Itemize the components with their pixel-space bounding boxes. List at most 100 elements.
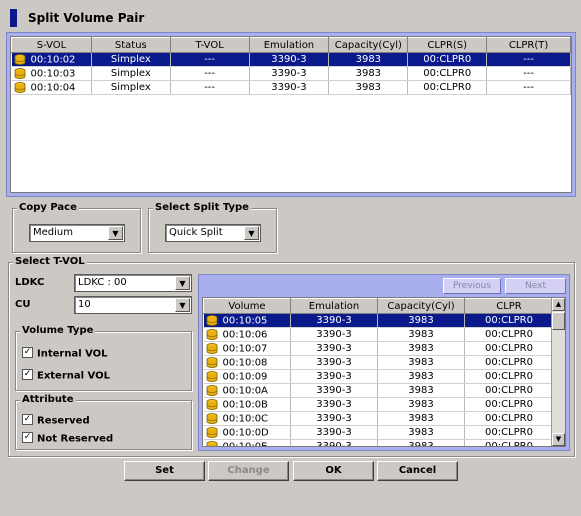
tvol-cell-text: 00:10:07 [222, 343, 268, 355]
cu-select[interactable]: 10 ▼ [74, 296, 192, 314]
tvol-row[interactable]: 00:10:08 3390-3 3983 00:CLPR0 [203, 355, 554, 370]
check-icon[interactable]: ✓ [22, 432, 33, 443]
tvol-row[interactable]: 00:10:0A 3390-3 3983 00:CLPR0 [203, 383, 554, 398]
pairs-header[interactable]: Capacity(Cyl) [328, 37, 409, 53]
split-type-select[interactable]: Quick Split ▼ [165, 224, 261, 242]
next-button[interactable]: Next [505, 278, 566, 294]
tvol-cell: 3390-3 [290, 439, 378, 446]
chevron-down-icon[interactable]: ▼ [175, 298, 190, 312]
pairs-cell: --- [170, 52, 250, 67]
chevron-down-icon[interactable]: ▼ [175, 276, 190, 290]
tvol-row[interactable]: 00:10:0B 3390-3 3983 00:CLPR0 [203, 397, 554, 412]
check-icon[interactable]: ✓ [22, 414, 33, 425]
tvol-cell: 00:CLPR0 [464, 341, 554, 356]
volume-icon [14, 81, 25, 93]
split-type-label: Select Split Type [153, 202, 251, 213]
volume-type-label: Volume Type [20, 325, 96, 336]
volume-icon [206, 342, 217, 354]
tvol-cell: 00:CLPR0 [464, 397, 554, 412]
pairs-row[interactable]: 00:10:03 Simplex --- 3390-3 3983 00:CLPR0 --- [11, 66, 571, 81]
tvol-volume-cell: 00:10:07 [203, 341, 291, 356]
tvol-volume-cell: 00:10:05 [203, 313, 291, 328]
pairs-volume-cell: 00:10:03 [11, 66, 92, 81]
tvol-row[interactable]: 00:10:07 3390-3 3983 00:CLPR0 [203, 341, 554, 356]
tvol-cell: 00:CLPR0 [464, 425, 554, 440]
volume-icon [14, 67, 25, 79]
cu-label: CU [15, 299, 31, 310]
scroll-down-icon[interactable]: ▼ [552, 433, 565, 446]
pairs-cell-text: 00:10:04 [30, 82, 76, 94]
ldkc-value: LDKC : 00 [78, 277, 127, 288]
pairs-cell: 3390-3 [249, 52, 330, 67]
volume-type-group: Volume Type [15, 325, 192, 391]
tvol-header[interactable]: Emulation [290, 298, 378, 314]
tvol-cell: 3983 [377, 313, 465, 328]
tvol-cell: 3983 [377, 425, 465, 440]
pairs-header[interactable]: CLPR(S) [407, 37, 488, 53]
pairs-header[interactable]: S-VOL [11, 37, 92, 53]
pairs-cell: 3390-3 [249, 80, 330, 95]
pairs-row[interactable]: 00:10:02 Simplex --- 3390-3 3983 00:CLPR0 --- [11, 52, 571, 67]
pairs-header[interactable]: CLPR(T) [486, 37, 571, 53]
not-reserved-checkbox[interactable]: ✓ Not Reserved [22, 432, 113, 445]
tvol-cell: 3390-3 [290, 341, 378, 356]
tvol-cell: 3983 [377, 327, 465, 342]
tvol-cell: 3390-3 [290, 411, 378, 426]
tvol-cell: 00:CLPR0 [464, 327, 554, 342]
scroll-up-icon[interactable]: ▲ [552, 298, 565, 311]
tvol-cell: 00:CLPR0 [464, 439, 554, 446]
pairs-cell: --- [486, 66, 571, 81]
volume-icon [206, 412, 217, 424]
chevron-down-icon[interactable]: ▼ [244, 226, 259, 240]
tvol-header[interactable]: CLPR [464, 298, 554, 314]
change-button[interactable]: Change [208, 461, 289, 481]
volume-icon [206, 384, 217, 396]
pairs-row[interactable]: 00:10:04 Simplex --- 3390-3 3983 00:CLPR0 --- [11, 80, 571, 95]
pairs-cell: Simplex [91, 66, 171, 81]
tvol-cell: 3983 [377, 369, 465, 384]
pairs-header[interactable]: T-VOL [169, 37, 250, 53]
ok-button[interactable]: OK [293, 461, 374, 481]
internal-vol-checkbox[interactable]: ✓ Internal VOL [22, 347, 108, 360]
volume-icon [206, 356, 217, 368]
tvol-cell: 3983 [377, 397, 465, 412]
tvol-row[interactable]: 00:10:06 3390-3 3983 00:CLPR0 [203, 327, 554, 342]
ldkc-select[interactable]: LDKC : 00 ▼ [74, 274, 192, 292]
set-button[interactable]: Set [124, 461, 205, 481]
check-icon[interactable]: ✓ [22, 369, 33, 380]
tvol-cell: 3390-3 [290, 355, 378, 370]
tvol-header[interactable]: Capacity(Cyl) [377, 298, 465, 314]
pairs-cell: 00:CLPR0 [407, 80, 488, 95]
tvol-row[interactable]: 00:10:0E 3390-3 3983 00:CLPR0 [203, 439, 554, 447]
tvol-cell-text: 00:10:0E [222, 441, 268, 447]
scrollbar[interactable]: ▲ ▼ [551, 298, 565, 446]
pairs-cell: 3983 [328, 80, 409, 95]
tvol-header[interactable]: Volume [203, 298, 291, 314]
title-bar: Split Volume Pair [6, 6, 574, 30]
select-tvol-label: Select T-VOL [13, 256, 87, 267]
previous-button[interactable]: Previous [443, 278, 501, 294]
tvol-volume-cell: 00:10:0A [203, 383, 291, 398]
tvol-cell: 3390-3 [290, 369, 378, 384]
cancel-button[interactable]: Cancel [377, 461, 458, 481]
external-vol-checkbox[interactable]: ✓ External VOL [22, 369, 110, 382]
tvol-row[interactable]: 00:10:0D 3390-3 3983 00:CLPR0 [203, 425, 554, 440]
tvol-volume-cell: 00:10:0E [203, 439, 291, 447]
pairs-panel: S-VOL Status T-VOL Emulation Capacity(Cyl) CL… [6, 32, 576, 197]
tvol-cell: 00:CLPR0 [464, 383, 554, 398]
pairs-cell: 00:CLPR0 [407, 66, 488, 81]
pairs-header[interactable]: Status [90, 37, 171, 53]
tvol-row[interactable]: 00:10:09 3390-3 3983 00:CLPR0 [203, 369, 554, 384]
check-icon[interactable]: ✓ [22, 347, 33, 358]
tvol-volume-cell: 00:10:06 [203, 327, 291, 342]
reserved-checkbox[interactable]: ✓ Reserved [22, 414, 90, 427]
scroll-thumb[interactable] [552, 312, 565, 330]
copy-pace-select[interactable]: Medium ▼ [29, 224, 125, 242]
tvol-cell: 00:CLPR0 [464, 355, 554, 370]
pairs-header[interactable]: Emulation [248, 37, 330, 53]
chevron-down-icon[interactable]: ▼ [108, 226, 123, 240]
tvol-cell: 00:CLPR0 [464, 411, 554, 426]
tvol-row[interactable]: 00:10:05 3390-3 3983 00:CLPR0 [203, 313, 554, 328]
volume-icon [206, 440, 217, 446]
tvol-row[interactable]: 00:10:0C 3390-3 3983 00:CLPR0 [203, 411, 554, 426]
